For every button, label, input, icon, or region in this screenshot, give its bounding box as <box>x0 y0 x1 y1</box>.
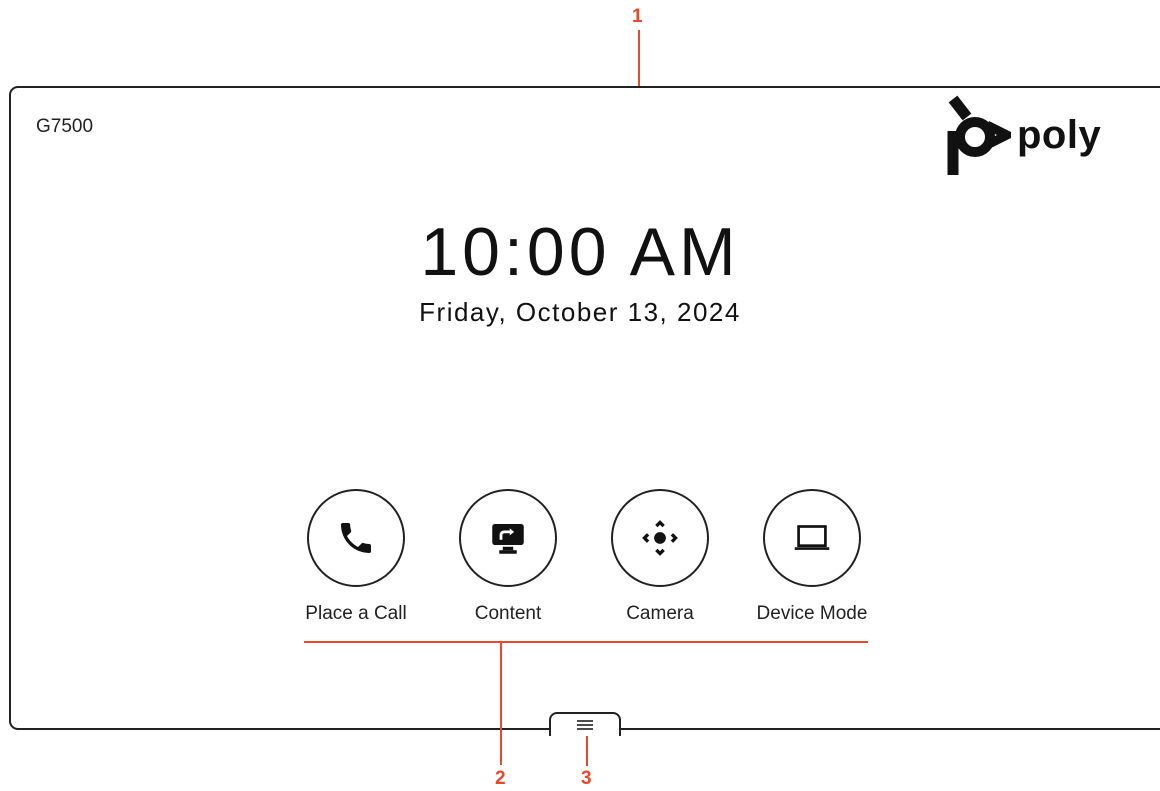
camera-circle[interactable] <box>611 489 709 587</box>
clock-date: Friday, October 13, 2024 <box>419 297 741 327</box>
callout-1-number: 1 <box>632 6 643 27</box>
device-mode-circle[interactable] <box>763 489 861 587</box>
callout-3-number: 3 <box>581 768 592 789</box>
touch-screen-frame <box>9 86 1160 730</box>
place-call-label: Place a Call <box>305 603 407 624</box>
camera-label: Camera <box>626 603 694 624</box>
callout-2-line <box>500 641 502 765</box>
callout-2-number: 2 <box>495 768 506 789</box>
poly-logo-mark-icon <box>947 95 1011 175</box>
poly-logo-text: poly <box>1017 112 1102 157</box>
callout-2-bracket-line <box>304 641 868 643</box>
place-call-circle[interactable] <box>307 489 405 587</box>
device-mode-button[interactable]: Device Mode <box>742 489 882 625</box>
phone-icon <box>341 523 371 553</box>
device-name: G7500 <box>36 116 94 137</box>
content-button[interactable]: Content <box>438 489 578 625</box>
laptop-icon <box>794 525 830 550</box>
callout-3-line <box>586 736 588 766</box>
screen-share-icon <box>492 524 524 554</box>
clock-time: 10:00 AM <box>420 214 740 290</box>
device-mode-label: Device Mode <box>756 603 868 624</box>
camera-button[interactable]: Camera <box>590 489 730 625</box>
hamburger-menu-icon <box>577 720 593 730</box>
menu-tab[interactable] <box>549 712 621 736</box>
place-call-button[interactable]: Place a Call <box>286 489 426 625</box>
content-label: Content <box>474 603 542 624</box>
content-circle[interactable] <box>459 489 557 587</box>
camera-control-icon <box>642 520 678 556</box>
poly-logo: poly <box>947 95 1101 175</box>
